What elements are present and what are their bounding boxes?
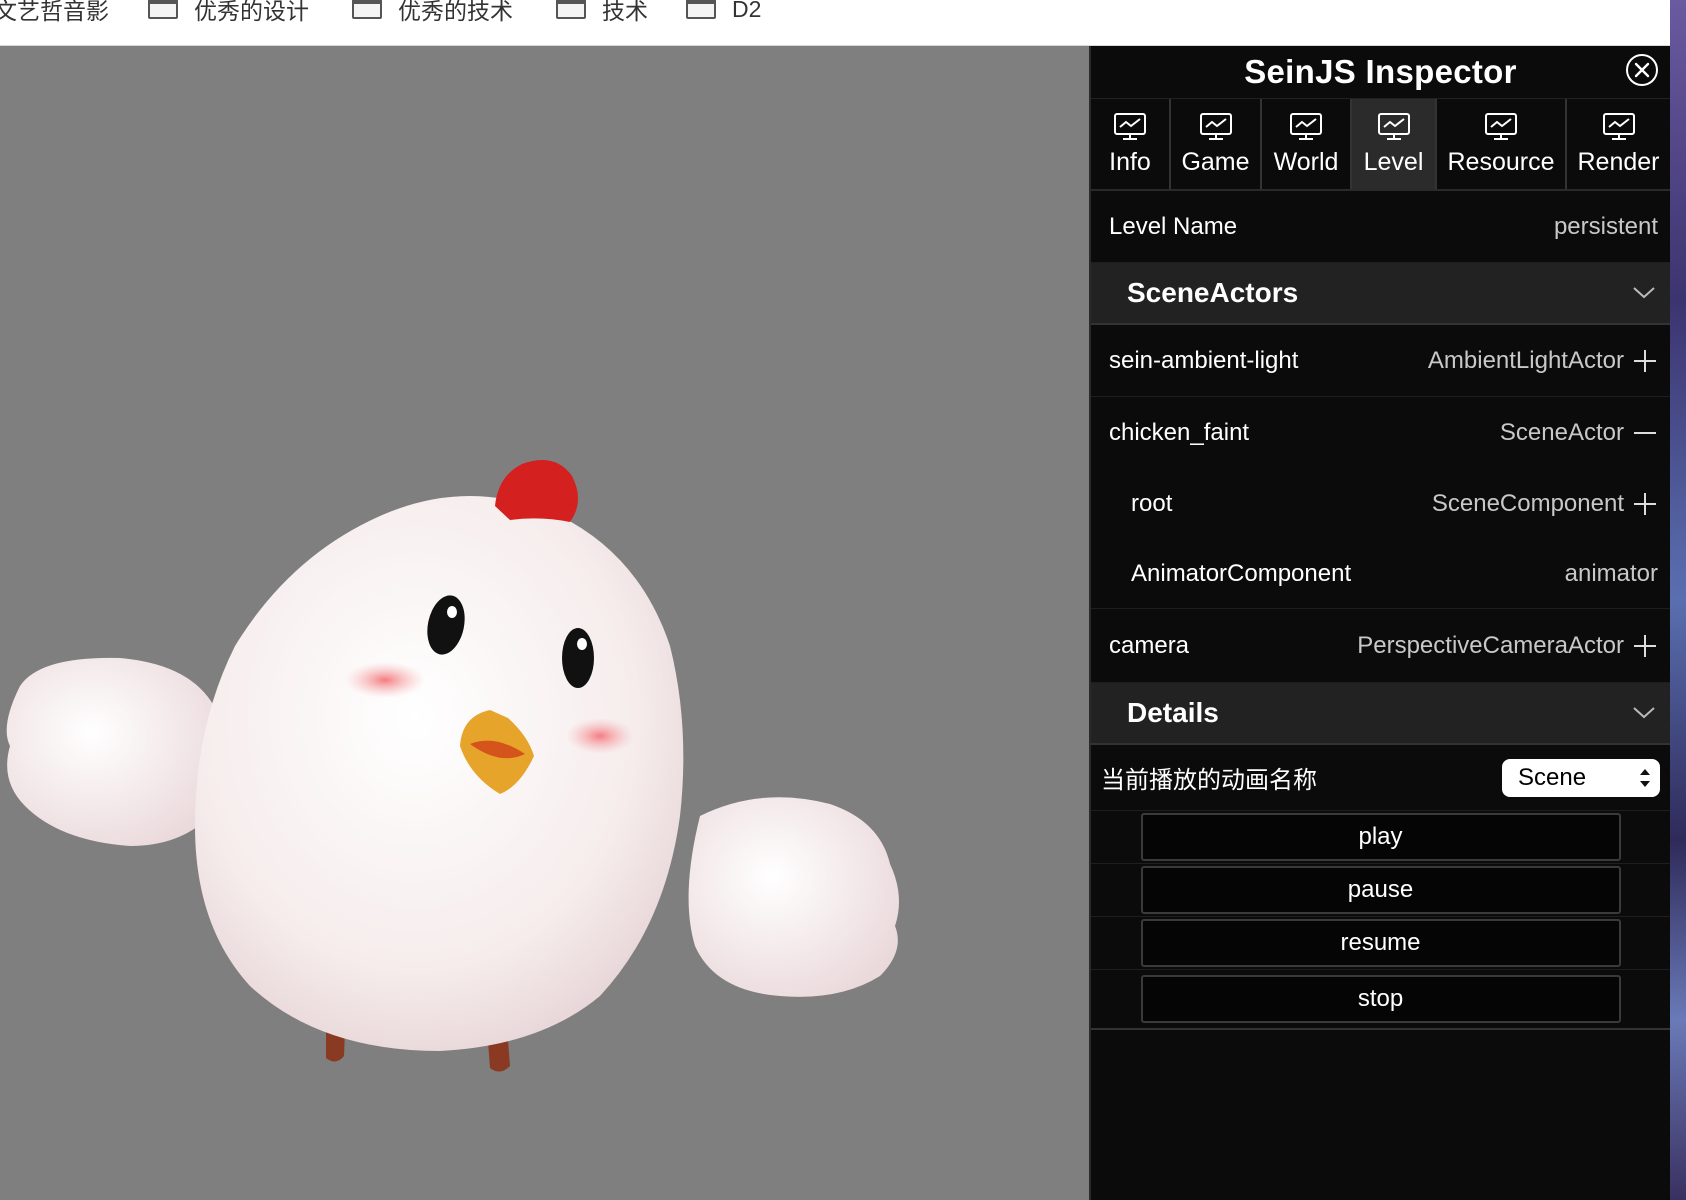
chevron-down-icon (1633, 707, 1655, 719)
monitor-chart-icon (1485, 112, 1517, 140)
pause-button[interactable]: pause (1140, 866, 1621, 914)
details-section-header[interactable]: Details (1091, 683, 1670, 745)
resume-row: resume (1091, 917, 1670, 970)
expand-plus-icon[interactable] (1632, 348, 1658, 374)
3d-viewport[interactable] (0, 46, 1089, 1200)
bookmark-item[interactable]: 优秀的设计 (148, 0, 309, 30)
stop-button[interactable]: stop (1140, 975, 1621, 1023)
tab-label: Level (1363, 147, 1424, 176)
tab-label: Game (1181, 147, 1250, 176)
expand-plus-icon[interactable] (1632, 491, 1658, 517)
desktop-wallpaper-edge (1670, 0, 1686, 1200)
chevron-down-icon (1633, 287, 1655, 299)
bookmark-label: 优秀的设计 (194, 0, 309, 24)
component-row[interactable]: AnimatorComponent animator (1091, 539, 1670, 609)
actor-row[interactable]: sein-ambient-light AmbientLightActor (1091, 325, 1670, 397)
select-arrows-icon (1640, 768, 1650, 787)
component-name: AnimatorComponent (1131, 559, 1352, 587)
tab-label: Render (1577, 147, 1660, 176)
level-name-label: Level Name (1109, 212, 1238, 240)
actor-row[interactable]: camera PerspectiveCameraActor (1091, 609, 1670, 683)
animation-select[interactable]: Scene (1502, 758, 1660, 797)
section-title: SceneActors (1127, 277, 1299, 308)
inspector-panel: SeinJS Inspector Info Game World Level R… (1089, 46, 1670, 1200)
folder-icon (352, 0, 382, 19)
bookmarks-bar: 文艺哲音影 优秀的设计 优秀的技术 技术 D2 (0, 0, 1670, 46)
bookmark-label: 优秀的技术 (398, 0, 513, 24)
animation-name-label: 当前播放的动画名称 (1101, 767, 1317, 794)
bookmark-label: 文艺哲音影 (0, 0, 109, 24)
actor-type: SceneActor (1499, 419, 1624, 446)
bookmark-label: D2 (732, 0, 762, 22)
animation-select-value: Scene (1518, 763, 1587, 791)
pause-row: pause (1091, 864, 1670, 917)
scene-actors-section-header[interactable]: SceneActors (1091, 263, 1670, 325)
component-type: SceneComponent (1431, 490, 1624, 517)
play-row: play (1091, 811, 1670, 864)
resume-button[interactable]: resume (1140, 919, 1621, 967)
component-row[interactable]: root SceneComponent (1091, 469, 1670, 539)
inspector-header: SeinJS Inspector (1091, 46, 1670, 99)
play-button[interactable]: play (1140, 813, 1621, 861)
tab-resource[interactable]: Resource (1437, 99, 1567, 189)
expand-plus-icon[interactable] (1632, 633, 1658, 659)
tab-info[interactable]: Info (1091, 99, 1171, 189)
actor-row[interactable]: chicken_faint SceneActor (1091, 397, 1670, 469)
monitor-chart-icon (1114, 112, 1146, 140)
close-button[interactable] (1626, 54, 1658, 86)
tab-label: Info (1109, 147, 1151, 176)
section-title: Details (1127, 697, 1219, 728)
inspector-title: SeinJS Inspector (1244, 53, 1517, 90)
bookmark-item[interactable]: D2 (686, 0, 761, 30)
actor-name: chicken_faint (1109, 419, 1250, 446)
bookmark-label: 技术 (602, 0, 648, 24)
level-name-row: Level Name persistent (1091, 191, 1670, 263)
chicken-3d-model (6, 460, 899, 1072)
tab-label: Resource (1447, 147, 1555, 176)
monitor-chart-icon (1290, 112, 1322, 140)
bookmark-item[interactable]: 优秀的技术 (352, 0, 513, 30)
actor-name: sein-ambient-light (1109, 346, 1299, 374)
actor-type: PerspectiveCameraActor (1357, 631, 1624, 659)
tab-render[interactable]: Render (1567, 99, 1670, 189)
animation-select-row: 当前播放的动画名称 Scene (1091, 745, 1670, 811)
level-name-value: persistent (1553, 212, 1658, 240)
inspector-tabs: Info Game World Level Resource Render (1091, 99, 1670, 191)
tab-world[interactable]: World (1262, 99, 1352, 189)
monitor-chart-icon (1377, 112, 1410, 140)
collapse-minus-icon[interactable] (1632, 420, 1658, 446)
stop-row: stop (1091, 970, 1670, 1030)
folder-icon (148, 0, 178, 19)
actor-type: AmbientLightActor (1427, 346, 1624, 374)
actor-name: camera (1109, 631, 1190, 659)
tab-level[interactable]: Level (1352, 99, 1437, 189)
bookmark-item[interactable]: 文艺哲音影 (0, 0, 109, 30)
tab-label: World (1273, 147, 1339, 176)
tab-game[interactable]: Game (1171, 99, 1262, 189)
component-type: animator (1564, 559, 1658, 587)
monitor-chart-icon (1199, 112, 1232, 140)
bookmark-item[interactable]: 技术 (556, 0, 648, 30)
component-name: root (1131, 490, 1173, 517)
monitor-chart-icon (1602, 112, 1635, 140)
folder-icon (556, 0, 586, 19)
folder-icon (686, 0, 716, 19)
close-icon (1634, 62, 1650, 78)
